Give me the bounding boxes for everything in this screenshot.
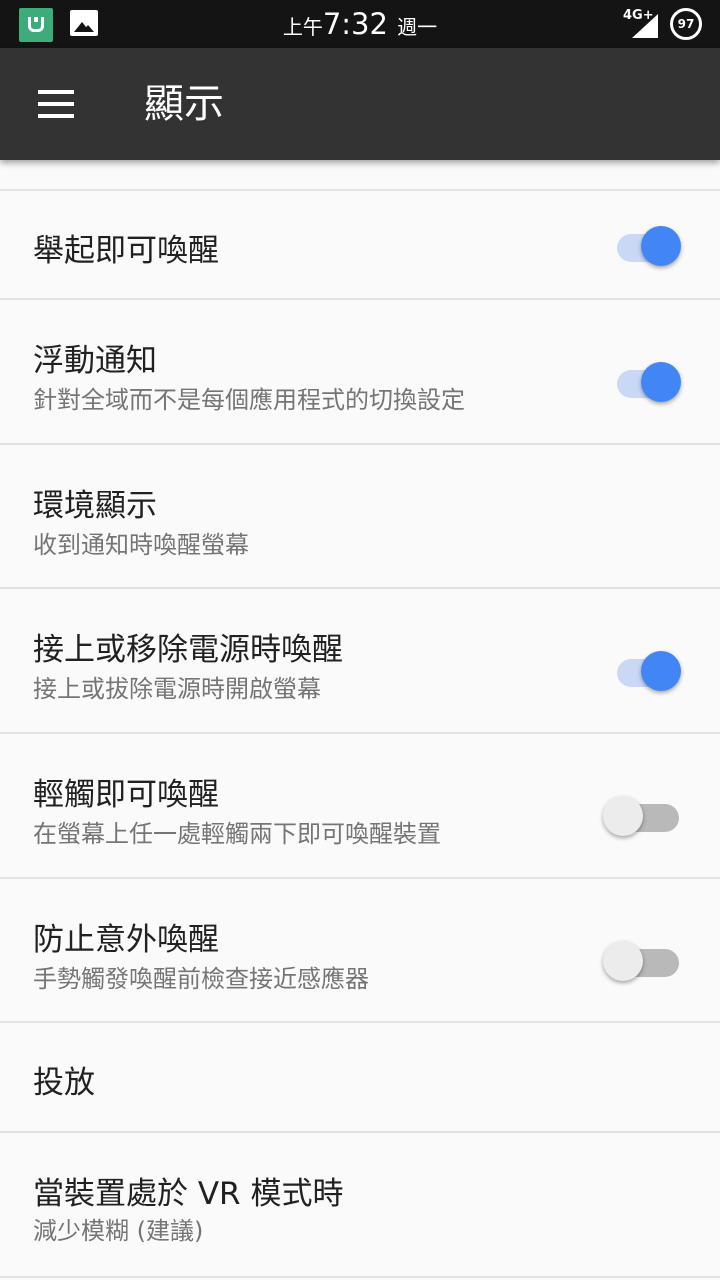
settings-item-title: 投放 <box>33 1065 95 1101</box>
switch-thumb <box>603 940 643 981</box>
switch-thumb <box>641 225 681 266</box>
page-title: 顯示 <box>144 81 224 127</box>
settings-item-wake-on-plug[interactable]: 接上或移除電源時喚醒接上或拔除電源時開啟螢幕 <box>0 589 720 734</box>
hamburger-menu-icon[interactable] <box>22 80 90 128</box>
settings-item-summary: 減少模糊 (建議) <box>33 1217 204 1245</box>
status-clock: 上午7:32 週一 <box>0 7 720 44</box>
switch-thumb <box>641 650 681 691</box>
settings-item-title: 浮動通知 <box>33 343 157 379</box>
settings-item-title: 輕觸即可喚醒 <box>33 777 219 813</box>
settings-item-summary: 接上或拔除電源時開啟螢幕 <box>33 675 321 703</box>
settings-item-title: 防止意外喚醒 <box>33 922 219 958</box>
settings-item-title: 環境顯示 <box>33 488 157 524</box>
app-bar: 顯示 <box>0 48 720 160</box>
toggle-switch-floating-notifications[interactable] <box>615 358 685 406</box>
status-weekday: 週一 <box>397 15 438 39</box>
settings-item-raise-to-wake[interactable]: 舉起即可喚醒 <box>0 191 720 300</box>
settings-item-summary: 在螢幕上任一處輕觸兩下即可喚醒裝置 <box>33 820 441 848</box>
settings-item-summary: 針對全域而不是每個應用程式的切換設定 <box>33 386 465 414</box>
settings-item-tap-to-wake[interactable]: 輕觸即可喚醒在螢幕上任一處輕觸兩下即可喚醒裝置 <box>0 734 720 879</box>
toggle-switch-prevent-accidental-wake[interactable] <box>603 937 685 985</box>
battery-level: 97 <box>677 17 695 31</box>
status-bar: 上午7:32 週一 4G+ 97 <box>0 0 720 48</box>
settings-item-title: 當裝置處於 VR 模式時 <box>33 1176 344 1212</box>
switch-thumb <box>641 361 681 402</box>
settings-item-vr-mode[interactable]: 當裝置處於 VR 模式時減少模糊 (建議) <box>0 1133 720 1278</box>
settings-item-floating-notifications[interactable]: 浮動通知針對全域而不是每個應用程式的切換設定 <box>0 300 720 445</box>
settings-item-ambient-display[interactable]: 環境顯示收到通知時喚醒螢幕 <box>0 445 720 589</box>
settings-item-title: 舉起即可喚醒 <box>33 233 219 269</box>
battery-icon: 97 <box>670 8 702 40</box>
status-ampm: 上午 <box>282 15 323 39</box>
switch-thumb <box>603 795 643 836</box>
settings-item-cast[interactable]: 投放 <box>0 1023 720 1133</box>
settings-item-title: 接上或移除電源時喚醒 <box>33 632 343 668</box>
settings-item-summary: 收到通知時喚醒螢幕 <box>33 531 249 559</box>
toggle-switch-wake-on-plug[interactable] <box>615 647 685 695</box>
status-time: 7:32 <box>322 7 388 41</box>
cell-signal-icon <box>632 14 658 38</box>
settings-item-summary: 手勢觸發喚醒前檢查接近感應器 <box>33 965 369 993</box>
toggle-switch-raise-to-wake[interactable] <box>615 222 685 270</box>
settings-item-prevent-accidental-wake[interactable]: 防止意外喚醒手勢觸發喚醒前檢查接近感應器 <box>0 879 720 1023</box>
toggle-switch-tap-to-wake[interactable] <box>603 792 685 840</box>
